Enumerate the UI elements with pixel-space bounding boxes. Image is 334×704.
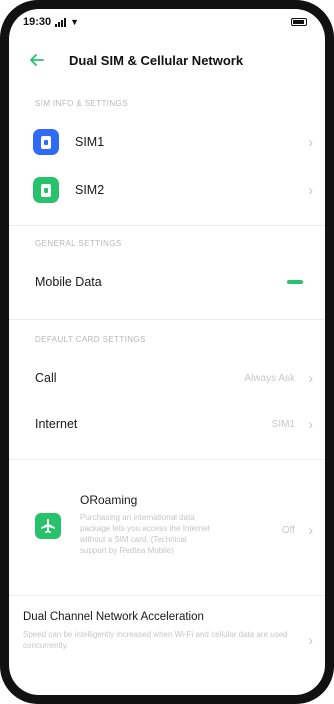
mobile-data-toggle[interactable] bbox=[287, 280, 303, 284]
chevron-right-icon: › bbox=[308, 416, 313, 432]
sim2-label: SIM2 bbox=[75, 183, 105, 197]
app-header: Dual SIM & Cellular Network bbox=[9, 45, 325, 75]
back-arrow-icon[interactable] bbox=[27, 50, 47, 70]
chevron-right-icon: › bbox=[308, 522, 313, 538]
divider bbox=[9, 595, 325, 596]
wifi-icon: ▼ bbox=[70, 17, 80, 27]
chevron-right-icon: › bbox=[308, 182, 313, 198]
chevron-right-icon: › bbox=[308, 370, 313, 386]
sim1-label: SIM1 bbox=[75, 135, 105, 149]
screen: 19:30 ▼ Dual SIM & Cellular Network SIM … bbox=[9, 9, 325, 695]
divider bbox=[9, 319, 325, 320]
internet-row[interactable]: Internet SIM1 › bbox=[9, 405, 325, 443]
section-label-default-card: DEFAULT CARD SETTINGS bbox=[35, 335, 146, 344]
divider bbox=[9, 225, 325, 226]
mobile-data-label: Mobile Data bbox=[35, 275, 102, 289]
airplane-icon bbox=[35, 513, 61, 539]
oroaming-title: ORoaming bbox=[80, 493, 138, 507]
section-label-sim-info: SIM INFO & SETTINGS bbox=[35, 99, 128, 108]
status-bar: 19:30 ▼ bbox=[9, 9, 325, 35]
call-value: Always Ask bbox=[244, 372, 295, 384]
dual-channel-description: Speed can be intelligently increased whe… bbox=[23, 630, 288, 650]
sim1-icon bbox=[33, 129, 59, 155]
oroaming-description: Purchasing an international data package… bbox=[80, 513, 210, 555]
internet-value: SIM1 bbox=[271, 418, 295, 430]
page-title: Dual SIM & Cellular Network bbox=[69, 52, 244, 68]
dual-channel-title: Dual Channel Network Acceleration bbox=[23, 611, 204, 623]
oroaming-value: Off bbox=[281, 525, 295, 536]
sim2-icon bbox=[33, 177, 59, 203]
call-row[interactable]: Call Always Ask › bbox=[9, 359, 325, 397]
call-label: Call bbox=[35, 371, 57, 385]
chevron-right-icon: › bbox=[308, 134, 313, 150]
internet-label: Internet bbox=[35, 417, 78, 431]
battery-icon bbox=[291, 18, 307, 26]
section-label-general: GENERAL SETTINGS bbox=[35, 239, 122, 248]
chevron-right-icon: › bbox=[308, 632, 313, 648]
oroaming-row[interactable]: ORoaming Purchasing an international dat… bbox=[9, 479, 325, 579]
sim2-row[interactable]: SIM2 › bbox=[9, 169, 325, 211]
phone-frame: 19:30 ▼ Dual SIM & Cellular Network SIM … bbox=[0, 0, 334, 704]
dual-channel-row[interactable]: Dual Channel Network Acceleration Speed … bbox=[9, 605, 325, 665]
sim1-row[interactable]: SIM1 › bbox=[9, 121, 325, 163]
divider bbox=[9, 459, 325, 460]
status-time: 19:30 bbox=[23, 16, 52, 28]
signal-icon bbox=[55, 17, 67, 27]
mobile-data-row: Mobile Data bbox=[9, 263, 325, 301]
